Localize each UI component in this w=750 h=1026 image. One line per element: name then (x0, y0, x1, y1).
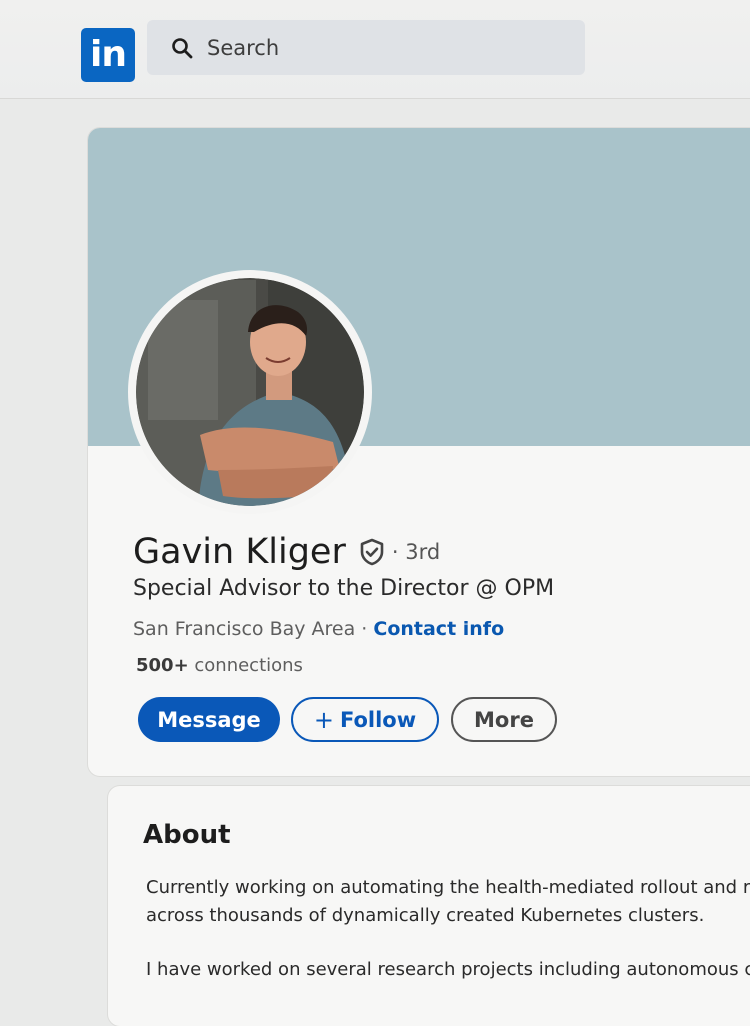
more-button[interactable]: More (451, 697, 557, 742)
message-button[interactable]: Message (138, 697, 280, 742)
profile-name: Gavin Kliger (133, 532, 346, 572)
search-icon (172, 38, 193, 59)
search-box[interactable] (147, 20, 585, 75)
linkedin-logo[interactable]: in (81, 28, 135, 82)
more-button-label: More (474, 707, 534, 732)
top-nav-bar: in (0, 0, 750, 99)
verified-shield-icon[interactable] (358, 538, 386, 566)
location-row: San Francisco Bay Area · Contact info (133, 618, 504, 640)
profile-photo (130, 272, 370, 512)
follow-button-label: Follow (339, 707, 417, 732)
connections-count[interactable]: 500+ connections (136, 655, 303, 676)
connection-degree: · 3rd (391, 540, 441, 564)
message-button-label: Message (157, 707, 261, 732)
avatar[interactable] (128, 270, 372, 514)
profile-location: San Francisco Bay Area (133, 618, 356, 640)
plus-icon: + (313, 705, 334, 734)
search-input[interactable] (205, 28, 569, 68)
connections-label: connections (188, 655, 303, 676)
about-line: Currently working on automating the heal… (146, 877, 750, 898)
profile-headline: Special Advisor to the Director @ OPM (133, 576, 555, 601)
about-title: About (143, 820, 231, 850)
about-paragraph-1: Currently working on automating the heal… (146, 874, 750, 930)
about-paragraph-2: I have worked on several research projec… (146, 959, 750, 980)
contact-info-link[interactable]: Contact info (373, 618, 504, 640)
name-row: Gavin Kliger · 3rd (133, 532, 440, 572)
about-line: across thousands of dynamically created … (146, 905, 705, 926)
follow-button[interactable]: + Follow (291, 697, 439, 742)
separator: · (355, 618, 374, 640)
connections-number: 500+ (136, 655, 189, 676)
